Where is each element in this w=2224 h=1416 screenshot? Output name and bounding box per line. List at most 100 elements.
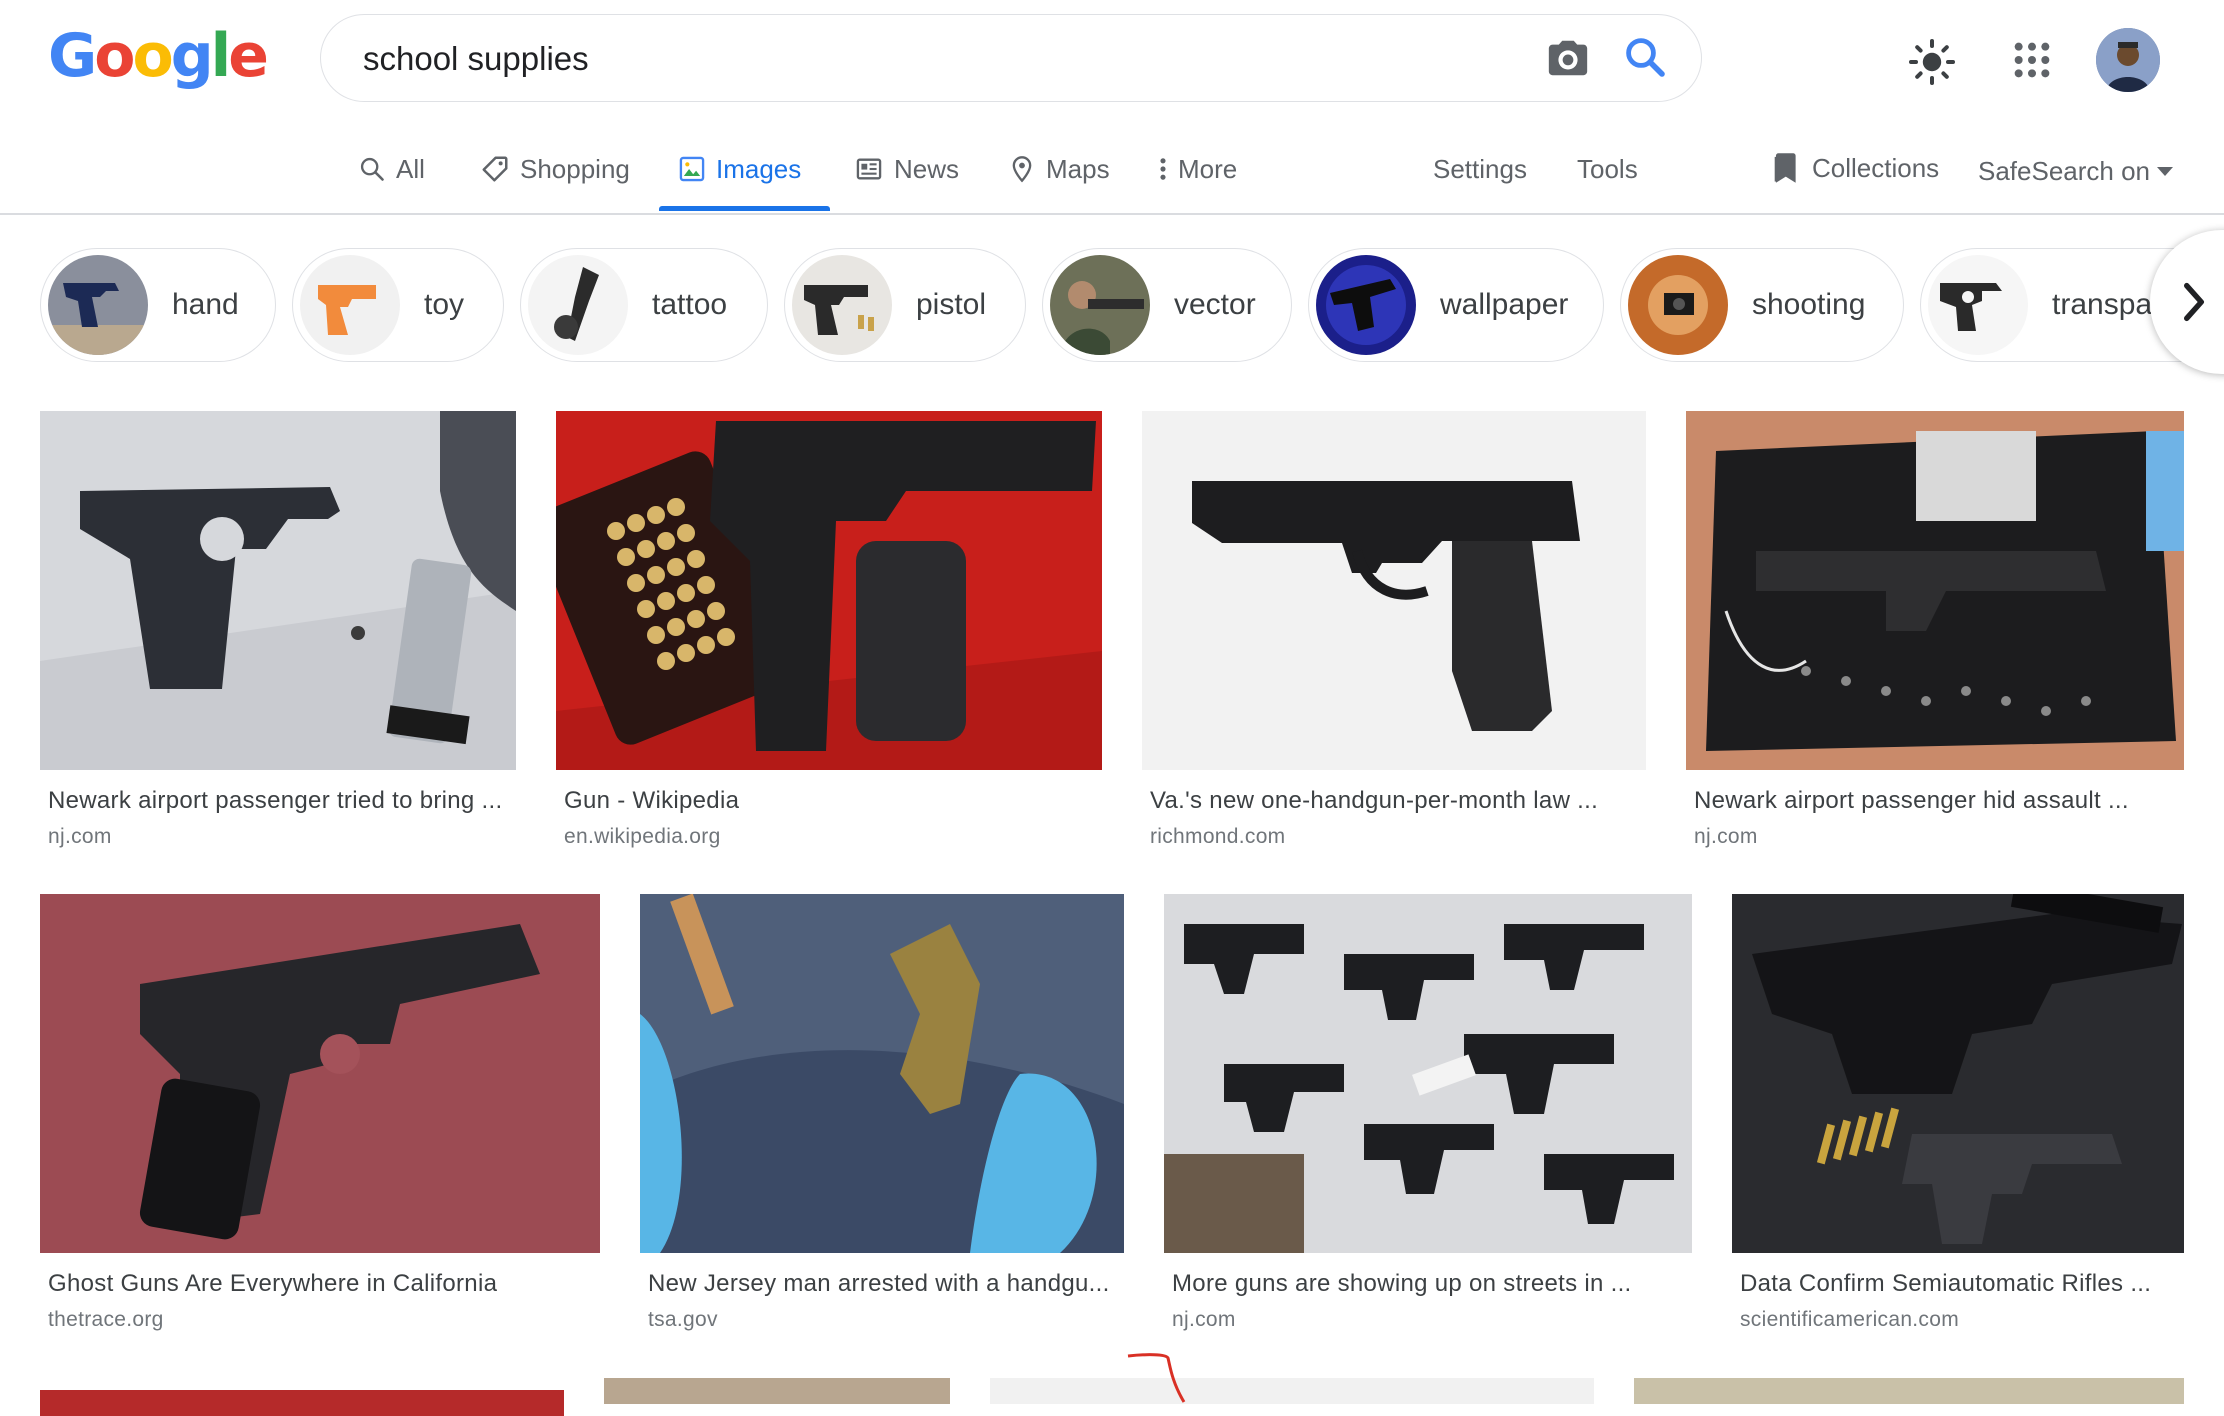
map-pin-icon — [1012, 156, 1032, 183]
image-result-partial[interactable] — [40, 1390, 564, 1416]
kebab-icon — [1160, 158, 1166, 180]
chip-label: tattoo — [652, 288, 728, 321]
related-chip-toy[interactable]: toy — [292, 248, 504, 362]
result-title[interactable]: New Jersey man arrested with a handgu... — [648, 1270, 1124, 1298]
logo-letter: l — [210, 21, 232, 91]
chip-label: transpar — [2052, 288, 2162, 321]
settings-link[interactable]: Settings — [1433, 154, 1527, 185]
tools-link[interactable]: Tools — [1577, 154, 1638, 185]
chip-label: wallpaper — [1440, 288, 1569, 321]
image-result[interactable]: Newark airport passenger hid assault ...… — [1686, 411, 2184, 861]
result-source[interactable]: nj.com — [1172, 1308, 1236, 1332]
result-thumbnail[interactable] — [1164, 894, 1692, 1253]
result-title[interactable]: Newark airport passenger hid assault ... — [1694, 787, 2184, 815]
tab-label: News — [894, 153, 960, 184]
image-result[interactable]: Data Confirm Semiautomatic Rifles ... sc… — [1732, 894, 2184, 1344]
result-thumbnail[interactable] — [640, 894, 1124, 1253]
result-title[interactable]: Va.'s new one-handgun-per-month law ... — [1150, 787, 1646, 815]
chip-label: pistol — [916, 288, 987, 321]
tab-news[interactable]: News — [854, 146, 959, 192]
result-thumbnail[interactable] — [1686, 411, 2184, 770]
related-chip-tattoo[interactable]: tattoo — [520, 248, 768, 362]
result-thumbnail[interactable] — [1732, 894, 2184, 1253]
image-result[interactable]: Va.'s new one-handgun-per-month law ... … — [1142, 411, 1648, 861]
chip-label: shooting — [1752, 288, 1866, 321]
tab-shopping[interactable]: Shopping — [480, 146, 630, 192]
search-icon — [360, 157, 384, 181]
logo-letter: g — [170, 21, 214, 91]
active-tab-indicator — [659, 206, 830, 211]
account-avatar[interactable] — [2096, 28, 2160, 92]
search-input[interactable] — [361, 29, 1515, 89]
apps-grid-icon[interactable] — [2012, 40, 2052, 80]
image-result-partial[interactable] — [990, 1378, 1594, 1404]
tab-more[interactable]: More — [1158, 146, 1237, 192]
chip-thumbnail — [1928, 255, 2028, 355]
tab-label: Shopping — [520, 153, 630, 184]
result-source[interactable]: richmond.com — [1150, 825, 1285, 849]
result-title[interactable]: Gun - Wikipedia — [564, 787, 1094, 815]
image-result-partial[interactable] — [1634, 1378, 2184, 1404]
bookmark-icon — [1774, 153, 1796, 183]
logo-letter: G — [48, 21, 97, 91]
tab-label: More — [1178, 153, 1238, 184]
result-title[interactable]: Ghost Guns Are Everywhere in California — [48, 1270, 598, 1298]
image-result[interactable]: Ghost Guns Are Everywhere in California … — [40, 894, 600, 1344]
safesearch-dropdown[interactable]: SafeSearch on — [1978, 156, 2174, 187]
chip-label: hand — [172, 288, 239, 321]
image-result[interactable]: More guns are showing up on streets in .… — [1164, 894, 1692, 1344]
result-title[interactable]: Newark airport passenger tried to bring … — [48, 787, 518, 815]
related-chip-shooting[interactable]: shooting — [1620, 248, 1904, 362]
chip-label: toy — [424, 288, 465, 321]
chip-thumbnail — [792, 255, 892, 355]
result-thumbnail[interactable] — [40, 411, 516, 770]
image-icon — [679, 156, 705, 182]
result-title[interactable]: More guns are showing up on streets in .… — [1172, 1270, 1692, 1298]
tab-label: Images — [716, 153, 802, 184]
related-chip-pistol[interactable]: pistol — [784, 248, 1026, 362]
camera-icon[interactable] — [1545, 35, 1591, 81]
chip-thumbnail — [1050, 255, 1150, 355]
related-chip-wallpaper[interactable]: wallpaper — [1308, 248, 1604, 362]
chip-thumbnail — [528, 255, 628, 355]
related-chip-hand[interactable]: hand — [40, 248, 276, 362]
chevron-right-icon — [2184, 282, 2204, 322]
result-source[interactable]: en.wikipedia.org — [564, 825, 721, 849]
result-thumbnail[interactable] — [1142, 411, 1646, 770]
image-result[interactable]: Gun - Wikipedia en.wikipedia.org — [556, 411, 1102, 861]
caret-down-icon — [2157, 166, 2174, 176]
logo-letter: o — [94, 21, 135, 91]
sun-icon[interactable] — [1908, 38, 1956, 86]
logo-letter: e — [228, 21, 269, 91]
related-chip-vector[interactable]: vector — [1042, 248, 1292, 362]
result-title[interactable]: Data Confirm Semiautomatic Rifles ... — [1740, 1270, 2186, 1298]
search-bar — [320, 14, 1702, 102]
chip-thumbnail — [1316, 255, 1416, 355]
result-thumbnail[interactable] — [556, 411, 1102, 770]
red-annotation-mark — [1127, 1353, 1186, 1403]
result-source[interactable]: nj.com — [1694, 825, 1758, 849]
result-source[interactable]: nj.com — [48, 825, 112, 849]
result-source[interactable]: thetrace.org — [48, 1308, 164, 1332]
image-result[interactable]: Newark airport passenger tried to bring … — [40, 411, 518, 861]
result-source[interactable]: tsa.gov — [648, 1308, 718, 1332]
tag-icon — [482, 156, 508, 182]
chip-thumbnail — [300, 255, 400, 355]
chip-label: vector — [1174, 288, 1256, 321]
search-icon[interactable] — [1621, 33, 1669, 81]
header-divider — [0, 213, 2224, 215]
tab-images[interactable]: Images — [678, 146, 801, 192]
collections-link[interactable]: Collections — [1774, 152, 1939, 184]
result-source[interactable]: scientificamerican.com — [1740, 1308, 1959, 1332]
newspaper-icon — [856, 158, 882, 180]
tab-label: All — [396, 153, 425, 184]
collections-label: Collections — [1812, 152, 1940, 183]
tab-all[interactable]: All — [358, 146, 425, 192]
logo-letter: o — [132, 21, 173, 91]
image-result-partial[interactable] — [604, 1378, 950, 1404]
result-thumbnail[interactable] — [40, 894, 600, 1253]
google-logo[interactable]: Google — [48, 21, 269, 91]
chip-thumbnail — [1628, 255, 1728, 355]
tab-maps[interactable]: Maps — [1008, 146, 1110, 192]
image-result[interactable]: New Jersey man arrested with a handgu...… — [640, 894, 1124, 1344]
